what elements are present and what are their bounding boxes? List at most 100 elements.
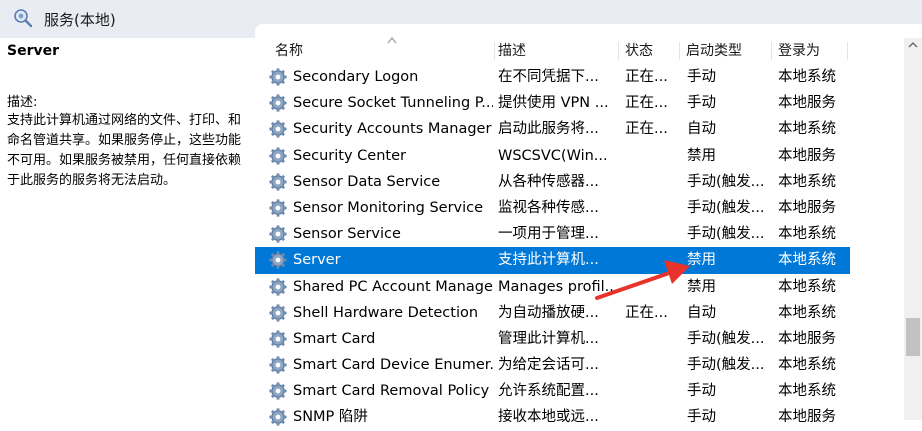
- service-row[interactable]: SNMP 陷阱 接收本地或远... 手动 本地服务: [255, 404, 850, 430]
- service-row[interactable]: Security Accounts Manager 启动此服务将... 正在... 自…: [255, 116, 850, 142]
- service-name: Shared PC Account Manager: [293, 278, 493, 295]
- services-list: 名称 描述 状态 启动类型 登录为 Secondary Logon 在不同凭据下.…: [255, 37, 922, 427]
- column-header-logon-as[interactable]: 登录为: [772, 42, 848, 60]
- service-status: 正在...: [625, 304, 668, 321]
- service-status: [625, 352, 680, 378]
- service-name: Smart Card Removal Policy: [293, 383, 490, 400]
- service-logon-as: 本地系统: [778, 173, 836, 190]
- service-gear-icon: [269, 382, 287, 400]
- service-description: 监视各种传感...: [498, 199, 599, 216]
- service-row[interactable]: Shell Hardware Detection 为自动播放硬... 正在... 自动…: [255, 300, 850, 326]
- service-description: 支持此计算机...: [498, 252, 599, 269]
- service-startup-type: 禁用: [687, 252, 716, 269]
- vertical-scrollbar[interactable]: [904, 38, 922, 420]
- service-logon-as: 本地系统: [778, 226, 836, 243]
- service-status: [625, 247, 680, 273]
- service-name: SNMP 陷阱: [293, 409, 368, 426]
- service-status: 正在...: [625, 95, 668, 112]
- sort-ascending-icon: [387, 37, 397, 44]
- service-startup-type: 手动: [687, 409, 716, 426]
- service-gear-icon: [269, 199, 287, 217]
- services-magnifier-icon: [14, 9, 33, 28]
- service-startup-type: 手动(触发...: [687, 357, 765, 374]
- service-logon-as: 本地系统: [778, 121, 836, 138]
- service-row[interactable]: Server 支持此计算机... 禁用 本地系统: [255, 247, 850, 274]
- service-row[interactable]: Sensor Data Service 从各种传感器... 手动(触发... 本地系统: [255, 169, 850, 195]
- service-name: Secondary Logon: [293, 69, 419, 85]
- service-name: Secure Socket Tunneling P...: [293, 95, 493, 112]
- service-description: 管理此计算机...: [498, 330, 599, 347]
- detail-service-name: Server: [7, 43, 60, 59]
- service-status: 正在...: [625, 69, 668, 85]
- column-header-startup-type[interactable]: 启动类型: [680, 42, 772, 60]
- service-description: 提供使用 VPN ...: [498, 95, 609, 112]
- service-name: Security Center: [293, 147, 406, 164]
- service-row[interactable]: Sensor Service 一项用于管理... 手动(触发... 本地系统: [255, 221, 850, 247]
- service-logon-as: 本地服务: [778, 147, 836, 164]
- service-row[interactable]: Sensor Monitoring Service 监视各种传感... 手动(触发.…: [255, 195, 850, 221]
- service-row[interactable]: Smart Card Device Enumer... 为给定会话可... 手动(触…: [255, 352, 850, 378]
- service-name: Server: [293, 252, 341, 269]
- service-logon-as: 本地系统: [778, 304, 836, 321]
- service-description: 启动此服务将...: [498, 121, 599, 138]
- service-startup-type: 手动(触发...: [687, 199, 765, 216]
- scroll-up-icon[interactable]: [908, 40, 918, 50]
- service-startup-type: 手动(触发...: [687, 173, 765, 190]
- service-description: 接收本地或远...: [498, 409, 599, 426]
- service-gear-icon: [269, 94, 287, 112]
- service-description: 为给定会话可...: [498, 357, 599, 374]
- service-logon-as: 本地系统: [778, 69, 836, 85]
- service-name: Smart Card: [293, 330, 376, 347]
- service-startup-type: 禁用: [687, 147, 716, 164]
- service-gear-icon: [269, 251, 287, 269]
- service-description: 在不同凭据下...: [498, 69, 599, 85]
- column-header-description[interactable]: 描述: [492, 42, 619, 60]
- service-startup-type: 自动: [687, 304, 716, 321]
- service-row[interactable]: Secure Socket Tunneling P... 提供使用 VPN ...…: [255, 90, 850, 116]
- service-row[interactable]: Shared PC Account Manager Manages profil.…: [255, 274, 850, 300]
- service-status: [625, 274, 680, 300]
- service-row[interactable]: Smart Card Removal Policy 允许系统配置... 手动 本地系统: [255, 378, 850, 404]
- service-row[interactable]: Smart Card 管理此计算机... 手动(触发... 本地服务: [255, 326, 850, 352]
- service-logon-as: 本地服务: [778, 199, 836, 216]
- service-status: 正在...: [625, 121, 668, 138]
- service-startup-type: 手动(触发...: [687, 330, 765, 347]
- service-name: Smart Card Device Enumer...: [293, 357, 493, 374]
- service-status: [625, 404, 680, 430]
- service-detail-panel: Server 描述: 支持此计算机通过网络的文件、打印、和命名管道共享。如果服务…: [0, 38, 255, 420]
- service-gear-icon: [269, 356, 287, 374]
- service-status: [625, 195, 680, 221]
- service-row[interactable]: Secondary Logon 在不同凭据下... 正在... 手动 本地系统: [255, 64, 850, 90]
- scrollbar-thumb[interactable]: [906, 318, 920, 356]
- service-gear-icon: [269, 120, 287, 138]
- column-header-name[interactable]: 名称: [269, 37, 495, 60]
- service-status: [625, 221, 680, 247]
- service-gear-icon: [269, 330, 287, 348]
- service-logon-as: 本地服务: [778, 409, 836, 426]
- service-startup-type: 自动: [687, 121, 716, 138]
- service-logon-as: 本地系统: [778, 278, 836, 295]
- service-status: [625, 326, 680, 352]
- service-name: Sensor Monitoring Service: [293, 199, 484, 216]
- service-startup-type: 手动: [687, 383, 716, 400]
- service-name: Shell Hardware Detection: [293, 304, 479, 321]
- service-startup-type: 手动: [687, 69, 716, 85]
- service-gear-icon: [269, 408, 287, 427]
- services-rows: Secondary Logon 在不同凭据下... 正在... 手动 本地系统 Secur…: [255, 64, 850, 431]
- service-row[interactable]: Security Center WSCSVC(Win... 禁用 本地服务: [255, 143, 850, 169]
- service-gear-icon: [269, 146, 287, 165]
- column-header-status[interactable]: 状态: [619, 42, 680, 60]
- service-status: [625, 143, 680, 169]
- service-description: Manages profil...: [498, 278, 613, 295]
- service-startup-type: 手动(触发...: [687, 226, 765, 243]
- detail-description-label: 描述:: [7, 95, 38, 110]
- service-gear-icon: [269, 304, 287, 322]
- service-logon-as: 本地服务: [778, 330, 836, 347]
- service-gear-icon: [269, 277, 287, 296]
- service-logon-as: 本地服务: [778, 95, 836, 112]
- service-name: Sensor Service: [293, 226, 401, 243]
- window-title: 服务(本地): [44, 11, 116, 29]
- service-status: [625, 169, 680, 195]
- service-status: [625, 378, 680, 404]
- service-name: Security Accounts Manager: [293, 121, 492, 138]
